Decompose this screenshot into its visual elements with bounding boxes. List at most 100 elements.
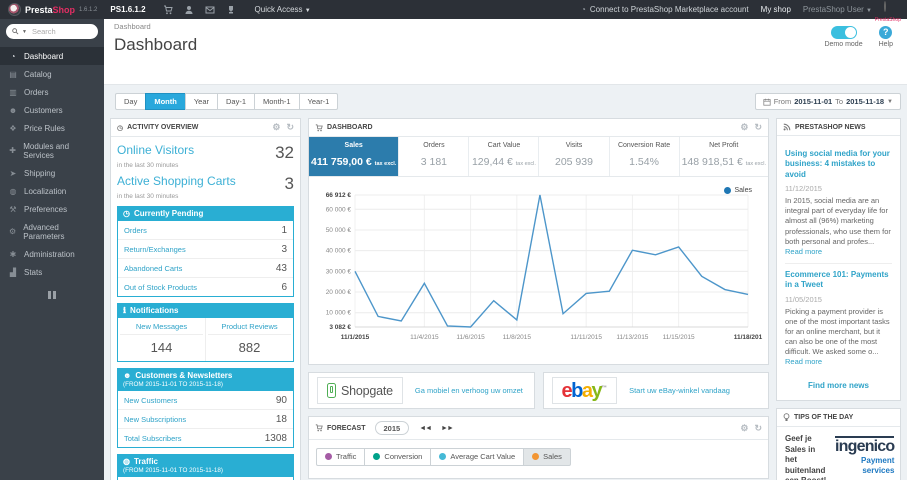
sidebar-nav: ◔ Dashboard ▤ Catalog ▥ Orders ☻ Customers ❖… <box>0 47 104 281</box>
quick-access-menu[interactable]: Quick Access ▼ <box>255 5 311 14</box>
sidebar-item-customers[interactable]: ☻ Customers <box>0 101 104 119</box>
sidebar-item-administration[interactable]: ✱ Administration <box>0 245 104 263</box>
brand-name: PrestaShop <box>25 4 76 15</box>
prestashop-news-panel: PRESTASHOP NEWS Using social media for y… <box>776 118 901 402</box>
prestashop-logo-icon <box>8 3 21 16</box>
demo-mode-toggle[interactable] <box>830 26 857 39</box>
ebay-banner[interactable]: ebay™ Start uw eBay-winkel vandaag <box>542 372 769 409</box>
kpi-orders[interactable]: Orders 3 181 <box>399 137 470 176</box>
previous-year-button[interactable]: ◄◄ <box>419 425 432 432</box>
pending-orders-link[interactable]: Orders <box>124 226 147 235</box>
sidebar-item-preferences[interactable]: ⚒ Preferences <box>0 200 104 218</box>
svg-text:10 000 €: 10 000 € <box>326 310 352 317</box>
chart-legend[interactable]: Sales <box>724 187 752 194</box>
active-carts-link[interactable]: Active Shopping Carts <box>117 174 236 188</box>
help-icon[interactable]: ? <box>879 26 893 39</box>
dashboard-column: DASHBOARD ⚙ ↻ Sales 411 759,00 € tax excl.… <box>308 118 769 480</box>
article-title-link[interactable]: Ecommerce 101: Payments in a Tweet <box>785 270 892 291</box>
forecast-year[interactable]: 2015 <box>374 421 410 435</box>
sidebar-item-orders[interactable]: ▥ Orders <box>0 83 104 101</box>
sidebar-item-modules[interactable]: ✚ Modules and Services <box>0 137 104 164</box>
svg-text:40 000 €: 40 000 € <box>326 248 352 255</box>
new-customers-link[interactable]: New Customers <box>124 396 177 405</box>
sidebar-item-price-rules[interactable]: ❖ Price Rules <box>0 119 104 137</box>
new-messages-link[interactable]: New Messages <box>120 322 203 335</box>
sidebar-item-shipping[interactable]: ➤ Shipping <box>0 164 104 182</box>
shop-name[interactable]: PS1.6.1.2 <box>110 5 145 14</box>
sidebar-item-dashboard[interactable]: ◔ Dashboard <box>0 47 104 65</box>
shopgate-link[interactable]: Ga mobiel en verhoog uw omzet <box>415 386 523 395</box>
topbar-right: ◔ Connect to PrestaShop Marketplace accou… <box>581 1 901 23</box>
sidebar-search[interactable]: ▼ <box>6 24 98 39</box>
filter-year-1-button[interactable]: Year-1 <box>298 93 339 110</box>
help-label: Help <box>878 41 893 48</box>
filter-day-1-button[interactable]: Day-1 <box>217 93 256 110</box>
sales-line-chart[interactable]: 66 912 € 60 000 € 50 000 € 40 000 € 30 000 €… <box>311 181 764 343</box>
kpi-net-profit[interactable]: Net Profit 148 918,51 € tax excl. <box>680 137 768 176</box>
news-body: Using social media for your business: 4 … <box>777 136 900 400</box>
customers-icon: ☻ <box>8 105 18 115</box>
breadcrumb[interactable]: Dashboard <box>114 22 897 31</box>
kpi-conversion-rate[interactable]: Conversion Rate 1.54% <box>610 137 680 176</box>
pending-row: Abandoned Carts 43 <box>118 259 293 278</box>
next-year-button[interactable]: ►► <box>441 425 454 432</box>
svg-text:11/15/2015: 11/15/2015 <box>663 334 695 341</box>
period-filter-bar: Day Month Year Day-1 Month-1 Year-1 From… <box>115 93 901 110</box>
topbar-notification-icons <box>163 5 236 15</box>
refresh-icon[interactable]: ↻ <box>754 123 762 132</box>
sidebar-item-stats[interactable]: ▟ Stats <box>0 263 104 281</box>
kpi-cart-value[interactable]: Cart Value 129,44 € tax excl. <box>469 137 540 176</box>
prestashop-brand[interactable]: PrestaShop 1.6.1.2 <box>8 3 97 16</box>
activity-column: ◷ ACTIVITY OVERVIEW ⚙ ↻ Online Visitors 3… <box>110 118 301 480</box>
pending-row: Out of Stock Products 6 <box>124 281 287 293</box>
refresh-icon[interactable]: ↻ <box>286 123 294 132</box>
marketplace-icon: ◔ <box>581 5 586 14</box>
pending-returns-link[interactable]: Return/Exchanges <box>124 245 186 254</box>
forecast-sales-button[interactable]: Sales <box>523 447 571 466</box>
avatar[interactable]: PrestaShop <box>875 1 901 23</box>
dashboard-panel: DASHBOARD ⚙ ↻ Sales 411 759,00 € tax excl.… <box>308 118 769 365</box>
trophy-icon[interactable] <box>226 5 236 15</box>
sidebar-collapse-button[interactable] <box>48 291 56 299</box>
gear-icon[interactable]: ⚙ <box>740 423 748 433</box>
cart-orders-icon[interactable] <box>163 5 173 15</box>
marketplace-link[interactable]: ◔ Connect to PrestaShop Marketplace accou… <box>581 5 749 14</box>
forecast-traffic-button[interactable]: Traffic <box>316 447 366 466</box>
filter-day-button[interactable]: Day <box>115 93 147 110</box>
read-more-link[interactable]: Read more <box>785 247 822 256</box>
filter-year-button[interactable]: Year <box>184 93 218 110</box>
dashboard-panel-header: DASHBOARD ⚙ ↻ <box>309 119 768 137</box>
gear-icon[interactable]: ⚙ <box>272 123 280 132</box>
filter-month-button[interactable]: Month <box>145 93 186 110</box>
gear-icon[interactable]: ⚙ <box>740 123 748 132</box>
customers-row: Total Subscribers 1308 <box>124 432 287 444</box>
total-subscribers-link[interactable]: Total Subscribers <box>124 434 182 443</box>
filter-month-1-button[interactable]: Month-1 <box>254 93 300 110</box>
kpi-visits[interactable]: Visits 205 939 <box>539 137 610 176</box>
forecast-conversion-button[interactable]: Conversion <box>364 447 432 466</box>
read-more-link[interactable]: Read more <box>785 357 822 366</box>
sidebar-item-localization[interactable]: ◍ Localization <box>0 182 104 200</box>
new-subscriptions-link[interactable]: New Subscriptions <box>124 415 186 424</box>
article-title-link[interactable]: Using social media for your business: 4 … <box>785 149 892 180</box>
abandoned-carts-link[interactable]: Abandoned Carts <box>124 264 182 273</box>
kpi-sales[interactable]: Sales 411 759,00 € tax excl. <box>309 137 400 176</box>
shopgate-banner[interactable]: Shopgate Ga mobiel en verhoog uw omzet <box>308 372 535 409</box>
refresh-icon[interactable]: ↻ <box>754 423 762 433</box>
my-shop-link[interactable]: My shop <box>761 5 791 14</box>
messages-icon[interactable] <box>205 5 215 15</box>
online-visitors-link[interactable]: Online Visitors <box>117 143 194 157</box>
customer-icon[interactable] <box>184 5 194 15</box>
user-menu[interactable]: PrestaShop User ▼ <box>803 5 872 14</box>
sidebar-item-catalog[interactable]: ▤ Catalog <box>0 65 104 83</box>
out-of-stock-link[interactable]: Out of Stock Products <box>124 283 197 292</box>
sidebar-item-advanced-parameters[interactable]: ⚙ Advanced Parameters <box>0 218 104 245</box>
avatar-image <box>884 1 886 12</box>
ebay-link[interactable]: Start uw eBay-winkel vandaag <box>629 386 730 395</box>
date-range-picker[interactable]: From 2015-11-01 To 2015-11-18 ▼ <box>754 93 901 110</box>
product-reviews-link[interactable]: Product Reviews <box>208 322 291 335</box>
svg-text:11/11/2015: 11/11/2015 <box>570 334 602 341</box>
forecast-avg-cart-button[interactable]: Average Cart Value <box>430 447 525 466</box>
find-more-news-link[interactable]: Find more news <box>785 373 892 396</box>
search-input[interactable] <box>29 26 85 37</box>
